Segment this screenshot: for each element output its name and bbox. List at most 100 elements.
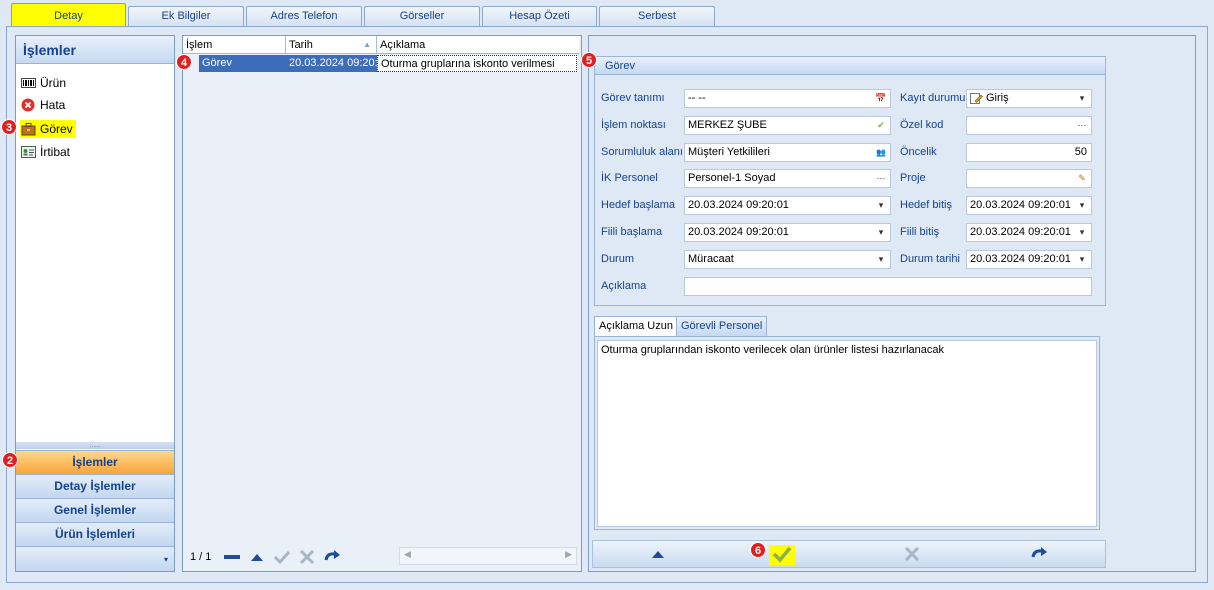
cross-icon[interactable]	[899, 545, 925, 565]
proje-field[interactable]: ✎	[966, 169, 1092, 188]
label-gorev-tanimi: Görev tanımı	[601, 92, 665, 104]
nav-group-genel-islemler[interactable]: Genel İşlemler	[16, 498, 174, 522]
scroll-left-icon[interactable]: ◀	[404, 549, 411, 560]
table-row[interactable]: Görev 20.03.2024 09:20: Oturma grupların…	[183, 55, 579, 72]
refresh-icon[interactable]	[323, 548, 343, 566]
durum-field[interactable]: Müracaat ▾	[684, 250, 891, 269]
field-value: 20.03.2024 09:20:01	[970, 199, 1071, 211]
tab-aciklama-uzun[interactable]: Açıklama Uzun	[594, 316, 678, 337]
scroll-right-icon[interactable]: ▶	[565, 549, 572, 560]
form-toolbar	[592, 540, 1106, 568]
up-arrow-icon[interactable]	[247, 548, 267, 566]
minus-icon[interactable]	[222, 548, 242, 566]
gorev-group-box: Görev Görev tanımı İşlem noktası Sorumlu…	[594, 56, 1106, 306]
column-header-islem[interactable]: İşlem	[183, 36, 286, 54]
refresh-icon[interactable]	[1027, 545, 1053, 565]
step-marker: 6	[750, 542, 766, 558]
label-ik-personel: İK Personel	[601, 172, 658, 184]
left-item-label: Ürün	[40, 76, 67, 90]
chevron-down-icon[interactable]: ▾	[874, 251, 888, 268]
left-item-label: İrtibat	[40, 145, 71, 159]
chevron-down-icon[interactable]: ▾	[1075, 197, 1089, 214]
grid-header: İşlem Tarih ▲ Açıklama	[183, 36, 579, 54]
chevron-down-icon[interactable]: ▾	[874, 197, 888, 214]
kayit-durumu-field[interactable]: Giriş ▾	[966, 89, 1092, 108]
ellipsis-icon[interactable]: ···	[874, 170, 888, 187]
hedef-baslama-field[interactable]: 20.03.2024 09:20:01 ▾	[684, 196, 891, 215]
long-description-memo[interactable]: Oturma gruplarından iskonto verilecek ol…	[597, 340, 1097, 527]
ozel-kod-field[interactable]: ···	[966, 116, 1092, 135]
left-item-hata[interactable]: Hata	[20, 96, 68, 114]
chevron-down-icon[interactable]: ▾	[1075, 224, 1089, 241]
users-icon[interactable]: 👥	[874, 144, 888, 161]
column-header-label: Tarih	[289, 39, 313, 51]
left-item-irtibat[interactable]: İrtibat	[20, 143, 73, 161]
field-value: 20.03.2024 09:20:01	[970, 226, 1071, 238]
label-islem-noktasi: İşlem noktası	[601, 119, 666, 131]
pencil-icon[interactable]: ✎	[1075, 170, 1089, 187]
sorumluluk-alani-field[interactable]: Müşteri Yetkilileri 👥	[684, 143, 891, 162]
nav-group-urun-islemleri[interactable]: Ürün İşlemleri	[16, 522, 174, 546]
step-marker: 2	[2, 452, 18, 468]
label-aciklama: Açıklama	[601, 280, 647, 292]
sort-ascending-icon: ▲	[363, 40, 371, 49]
label-fiili-baslama: Fiili başlama	[601, 226, 663, 238]
field-value: Personel-1 Soyad	[688, 172, 776, 184]
check-icon[interactable]	[272, 548, 292, 566]
tab-adres-telefon[interactable]: Adres Telefon	[246, 6, 362, 26]
tab-gorseller[interactable]: Görseller	[364, 6, 480, 26]
calendar-icon[interactable]: 📅	[874, 90, 888, 107]
tab-gorevli-personel[interactable]: Görevli Personel	[676, 316, 768, 336]
tab-ek-bilgiler[interactable]: Ek Bilgiler	[128, 6, 244, 26]
left-item-label: Görev	[40, 122, 73, 136]
step-marker: 3	[1, 119, 17, 135]
fiili-baslama-field[interactable]: 20.03.2024 09:20:01 ▾	[684, 223, 891, 242]
check-icon[interactable]	[769, 545, 795, 565]
nav-group-detay-islemler[interactable]: Detay İşlemler	[16, 474, 174, 498]
top-tab-strip: Detay Ek Bilgiler Adres Telefon Görselle…	[0, 0, 1214, 27]
label-durum-tarihi: Durum tarihi	[900, 253, 960, 265]
chevron-down-icon[interactable]: ▾	[164, 555, 168, 564]
error-icon	[21, 98, 35, 112]
fiili-bitis-field[interactable]: 20.03.2024 09:20:01 ▾	[966, 223, 1092, 242]
cell-aciklama: Oturma gruplarına iskonto verilmesi	[377, 55, 577, 72]
label-hedef-bitis: Hedef bitiş	[900, 199, 952, 211]
left-item-gorev[interactable]: Görev	[20, 120, 76, 138]
label-sorumluluk-alani: Sorumluluk alanı	[601, 146, 683, 158]
column-header-aciklama[interactable]: Açıklama	[377, 36, 579, 54]
durum-tarihi-field[interactable]: 20.03.2024 09:20:01 ▾	[966, 250, 1092, 269]
cross-icon[interactable]	[297, 548, 317, 566]
label-oncelik: Öncelik	[900, 146, 937, 158]
gorev-tanimi-field[interactable]: -- -- 📅	[684, 89, 891, 108]
field-value: 20.03.2024 09:20:01	[970, 253, 1071, 265]
check-icon[interactable]: ✔	[874, 117, 888, 134]
up-arrow-icon[interactable]	[645, 545, 671, 565]
edit-icon	[970, 93, 983, 104]
tab-serbest[interactable]: Serbest	[599, 6, 715, 26]
label-fiili-bitis: Fiili bitiş	[900, 226, 940, 238]
field-value: Müşteri Yetkilileri	[688, 146, 770, 158]
group-title: Görev	[595, 57, 1105, 75]
chevron-down-icon[interactable]: ▾	[874, 224, 888, 241]
left-item-label: Hata	[40, 98, 66, 112]
islem-noktasi-field[interactable]: MERKEZ ŞUBE ✔	[684, 116, 891, 135]
nav-splitter[interactable]: .....	[16, 441, 174, 449]
aciklama-field[interactable]	[684, 277, 1092, 296]
horizontal-scrollbar[interactable]: ◀ ▶	[399, 547, 577, 565]
hedef-bitis-field[interactable]: 20.03.2024 09:20:01 ▾	[966, 196, 1092, 215]
step-marker: 4	[176, 54, 192, 70]
left-nav-panel: İşlemler Ürün Hata Görev İrtibat ..... İ…	[15, 35, 175, 572]
nav-group-islemler[interactable]: İşlemler	[16, 450, 174, 474]
chevron-down-icon[interactable]: ▾	[1075, 251, 1089, 268]
oncelik-field[interactable]: 50	[966, 143, 1092, 162]
field-value: Müracaat	[688, 253, 734, 265]
field-value: MERKEZ ŞUBE	[688, 119, 767, 131]
ik-personel-field[interactable]: Personel-1 Soyad ···	[684, 169, 891, 188]
left-item-urun[interactable]: Ürün	[20, 74, 69, 92]
chevron-down-icon[interactable]: ▾	[1075, 90, 1089, 107]
ellipsis-icon[interactable]: ···	[1075, 117, 1089, 134]
step-marker: 5	[581, 52, 597, 68]
column-header-tarih[interactable]: Tarih ▲	[286, 36, 377, 54]
tab-hesap-ozeti[interactable]: Hesap Özeti	[482, 6, 597, 26]
tab-detay[interactable]: Detay	[11, 3, 126, 27]
